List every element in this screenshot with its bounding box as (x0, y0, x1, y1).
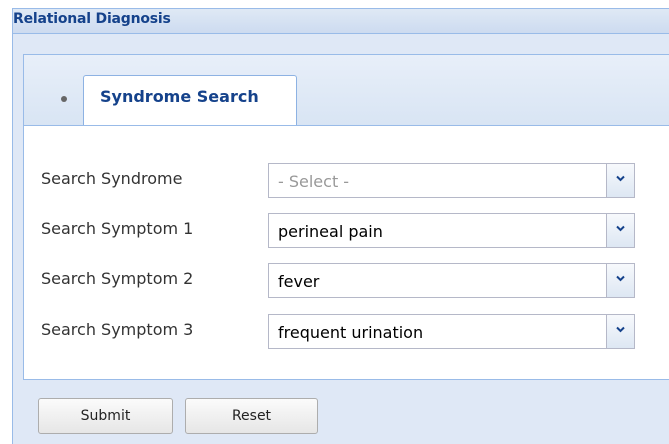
chevron-down-icon (616, 275, 625, 282)
tab-strip: Syndrome Search (24, 55, 669, 137)
chevron-down-icon (616, 175, 625, 182)
dropdown-trigger[interactable] (606, 214, 634, 247)
search-symptom-2-select[interactable]: fever (268, 263, 635, 298)
form-row-syndrome: Search Syndrome - Select - (24, 163, 669, 199)
dropdown-trigger[interactable] (606, 164, 634, 197)
reset-button[interactable]: Reset (185, 398, 318, 434)
chevron-down-icon (616, 326, 625, 333)
panel-header: Relational Diagnosis (13, 9, 669, 34)
relational-diagnosis-panel: Relational Diagnosis Syndrome Search Sea… (12, 8, 669, 444)
dropdown-trigger[interactable] (606, 315, 634, 348)
form-row-symptom-2: Search Symptom 2 fever (24, 263, 669, 299)
submit-button[interactable]: Submit (38, 398, 173, 434)
tab-label: Syndrome Search (100, 87, 259, 106)
tab-syndrome-search[interactable]: Syndrome Search (83, 75, 297, 125)
bullet-icon (61, 96, 67, 102)
form-row-symptom-1: Search Symptom 1 perineal pain (24, 213, 669, 249)
panel-title: Relational Diagnosis (13, 11, 171, 27)
panel-body: Syndrome Search Search Syndrome - Select… (23, 54, 669, 380)
select-value: perineal pain (278, 222, 383, 241)
select-value: - Select - (278, 172, 350, 191)
search-syndrome-select[interactable]: - Select - (268, 163, 635, 198)
select-value: fever (278, 272, 320, 291)
chevron-down-icon (616, 225, 625, 232)
form-row-symptom-3: Search Symptom 3 frequent urination (24, 314, 669, 350)
field-label: Search Symptom 1 (41, 219, 194, 238)
search-symptom-3-select[interactable]: frequent urination (268, 314, 635, 349)
select-value: frequent urination (278, 323, 424, 342)
field-label: Search Symptom 2 (41, 269, 194, 288)
search-symptom-1-select[interactable]: perineal pain (268, 213, 635, 248)
field-label: Search Symptom 3 (41, 320, 194, 339)
dropdown-trigger[interactable] (606, 264, 634, 297)
tab-strip-bottom (24, 125, 669, 137)
field-label: Search Syndrome (41, 169, 183, 188)
